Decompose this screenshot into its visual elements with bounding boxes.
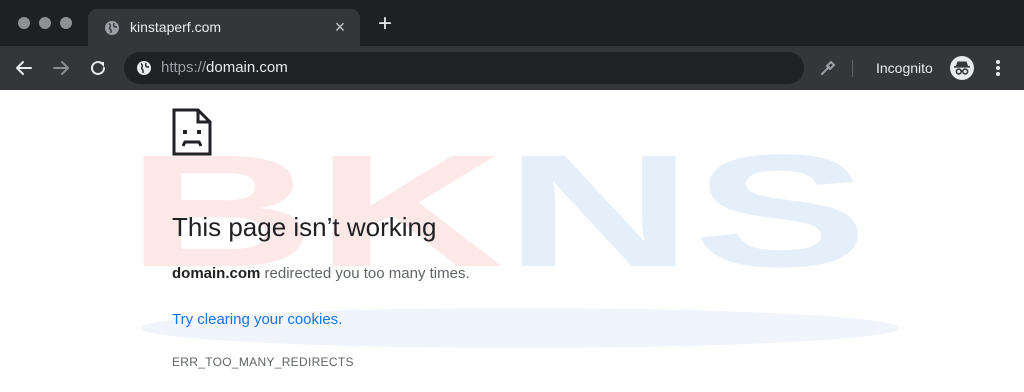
eyedropper-icon[interactable] [818, 58, 838, 78]
address-bar[interactable]: https://domain.com [124, 52, 804, 84]
tab-title: kinstaperf.com [130, 19, 222, 35]
globe-icon [137, 61, 151, 75]
error-code: ERR_TOO_MANY_REDIRECTS [172, 355, 354, 369]
title-bar: kinstaperf.com × + [0, 0, 1024, 46]
sad-document-icon [172, 108, 212, 156]
url-host: domain.com [206, 59, 288, 76]
url-scheme: https:// [161, 59, 207, 76]
arrow-right-icon[interactable] [50, 57, 72, 79]
window-minimize-button[interactable] [39, 17, 51, 29]
incognito-icon[interactable] [950, 56, 974, 80]
window-close-button[interactable] [18, 17, 30, 29]
error-domain: domain.com [172, 265, 261, 282]
arrow-left-icon[interactable] [13, 57, 35, 79]
kebab-menu-icon[interactable] [990, 58, 1006, 78]
clear-cookies-link[interactable]: Try clearing your cookies. [172, 311, 342, 328]
globe-icon [105, 21, 119, 35]
reload-icon[interactable] [87, 57, 109, 79]
error-title: This page isn’t working [172, 212, 437, 242]
new-tab-button[interactable]: + [374, 12, 396, 36]
watermark: BKNS [126, 121, 900, 348]
url-text: https://domain.com [161, 59, 288, 76]
toolbar-divider [852, 60, 853, 77]
error-message: domain.com redirected you too many times… [172, 265, 470, 282]
window-zoom-button[interactable] [60, 17, 72, 29]
browser-tab[interactable]: kinstaperf.com × [88, 9, 360, 46]
error-message-text: redirected you too many times. [260, 265, 470, 282]
tab-close-button[interactable]: × [330, 17, 350, 37]
toolbar: https://domain.com Incognito [0, 46, 1024, 90]
incognito-label: Incognito [876, 60, 933, 76]
